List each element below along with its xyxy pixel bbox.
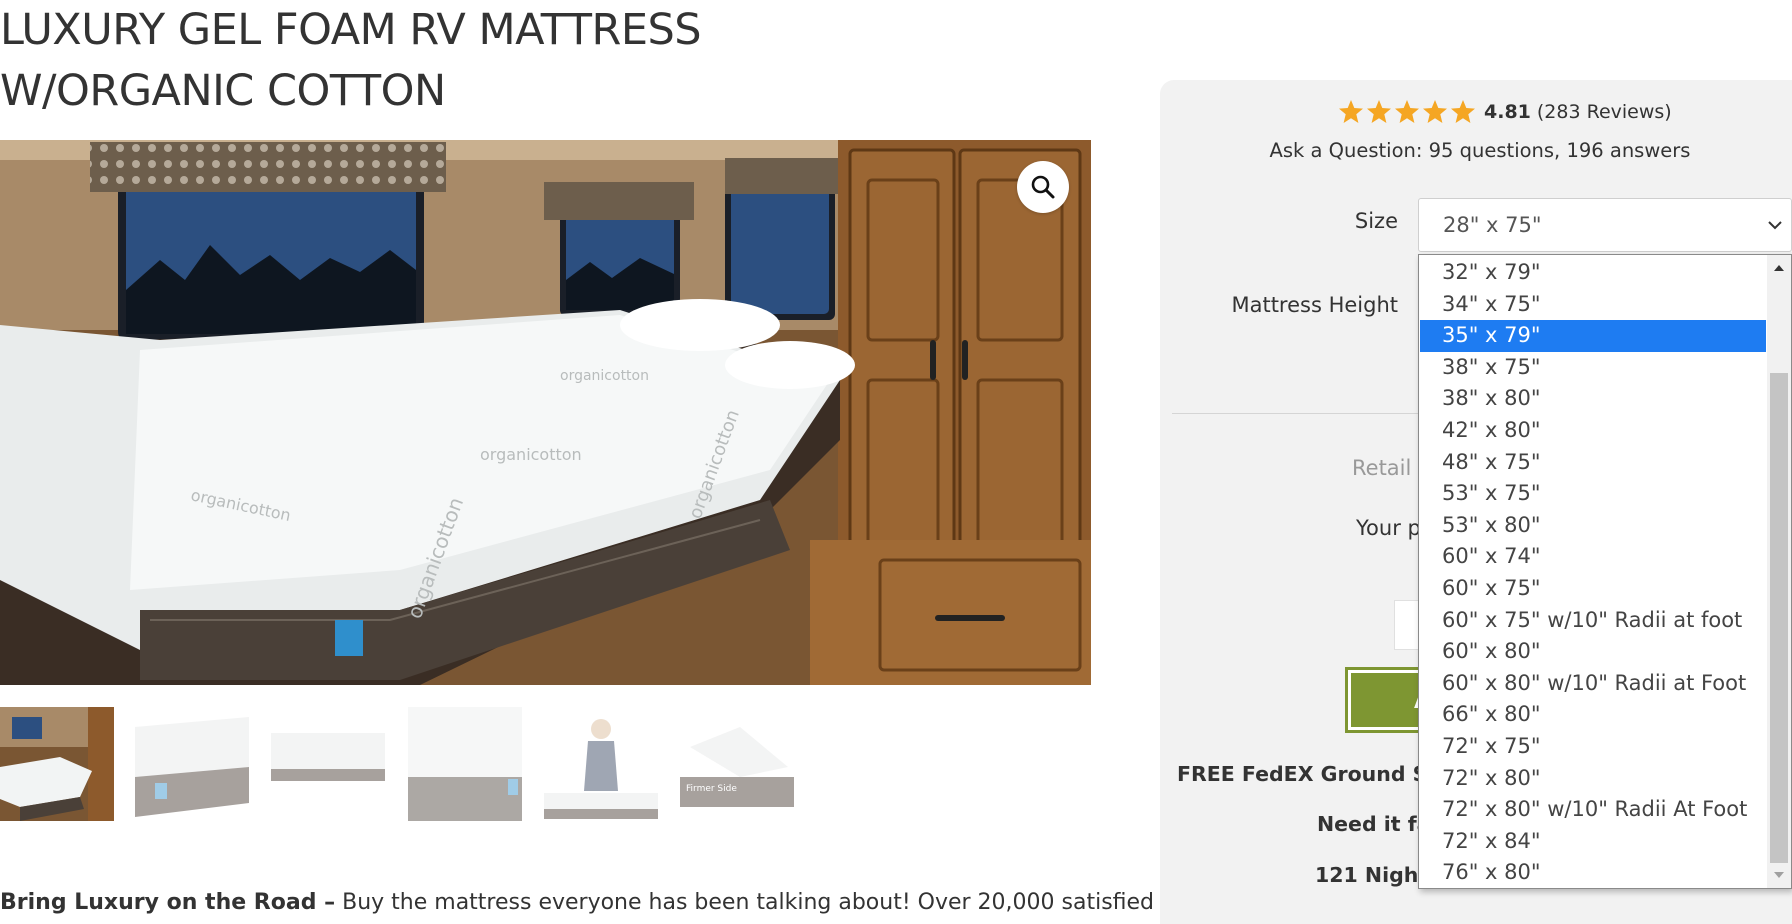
thumbnail-1[interactable] [0,707,114,821]
size-option[interactable]: 76" x 80" [1420,857,1766,888]
size-options: 32" x 79" 34" x 75" 35" x 79" 38" x 75" 38" … [1420,257,1766,888]
thumbnail-5[interactable] [544,707,658,821]
thumbnail-6[interactable]: Firmer Side [680,707,794,821]
size-option[interactable]: 60" x 80" w/10" Radii at Foot [1420,668,1766,700]
size-option[interactable]: 60" x 74" [1420,541,1766,573]
scroll-down-arrow-icon[interactable] [1767,864,1791,886]
rv-bedroom-photo: organicotton organicotton organicotton o… [0,140,1091,685]
description-text: Buy the mattress everyone has been talki… [335,890,1191,915]
size-option[interactable]: 72" x 80" [1420,763,1766,795]
size-option[interactable]: 72" x 84" [1420,826,1766,858]
chevron-down-icon [1768,221,1782,230]
size-option[interactable]: 34" x 75" [1420,289,1766,321]
size-dropdown-list[interactable]: 32" x 79" 34" x 75" 35" x 79" 38" x 75" 38" … [1418,254,1792,889]
size-option[interactable]: 72" x 80" w/10" Radii At Foot [1420,794,1766,826]
scroll-up-arrow-icon[interactable] [1767,257,1791,279]
scrollbar-thumb[interactable] [1770,373,1788,863]
thumb-side-image [271,707,385,821]
size-option[interactable]: 60" x 75" [1420,573,1766,605]
description-lead: Bring Luxury on the Road – [0,890,336,915]
size-option[interactable]: 32" x 79" [1420,257,1766,289]
night-trial-text: 121 Night [1315,863,1429,887]
size-option[interactable]: 38" x 75" [1420,352,1766,384]
size-option[interactable]: 72" x 75" [1420,731,1766,763]
dropdown-scrollbar[interactable] [1767,255,1791,888]
your-price-label: Your p [1356,516,1421,540]
size-option[interactable]: 53" x 80" [1420,510,1766,542]
product-description: Bring Luxury on the Road – Buy the mattr… [0,890,1190,915]
stars-icon [1339,100,1475,123]
size-option[interactable]: 60" x 75" w/10" Radii at foot [1420,605,1766,637]
size-select-value: 28" x 75" [1443,213,1542,237]
svg-text:organicotton: organicotton [560,368,649,384]
size-option[interactable]: 66" x 80" [1420,699,1766,731]
thumb-detail-image [408,707,522,821]
thumb-firmness-image: Firmer Side [680,707,794,821]
ask-question-link[interactable]: Ask a Question: 95 questions, 196 answer… [1160,139,1792,162]
svg-text:organicotton: organicotton [480,445,582,464]
size-option[interactable]: 60" x 80" [1420,636,1766,668]
product-main-image[interactable]: organicotton organicotton organicotton o… [0,140,1091,685]
rating-summary[interactable]: 4.81 (283 Reviews) [1338,99,1672,125]
zoom-button[interactable] [1017,161,1069,213]
thumbnail-3[interactable] [271,707,385,821]
thumb-woman-image [544,707,658,821]
review-count[interactable]: (283 Reviews) [1537,101,1672,123]
size-label: Size [1354,209,1398,233]
size-option[interactable]: 42" x 80" [1420,415,1766,447]
size-option[interactable]: 35" x 79" [1420,320,1766,352]
rating-value: 4.81 [1484,101,1531,123]
mattress-height-label: Mattress Height [1231,293,1398,317]
size-option[interactable]: 48" x 75" [1420,447,1766,479]
firmer-side-label: Firmer Side [686,784,737,794]
size-option[interactable]: 53" x 75" [1420,478,1766,510]
magnifier-icon [1031,175,1055,199]
thumb-corner-image [135,707,249,821]
product-title: LUXURY GEL FOAM RV MATTRESS W/ORGANIC CO… [0,5,702,116]
size-option[interactable]: 38" x 80" [1420,383,1766,415]
thumbnail-4[interactable] [408,707,522,821]
star-rating [1338,99,1478,125]
thumb-bedroom-image [0,707,114,821]
size-select[interactable]: 28" x 75" [1418,198,1792,252]
thumbnail-2[interactable] [135,707,249,821]
